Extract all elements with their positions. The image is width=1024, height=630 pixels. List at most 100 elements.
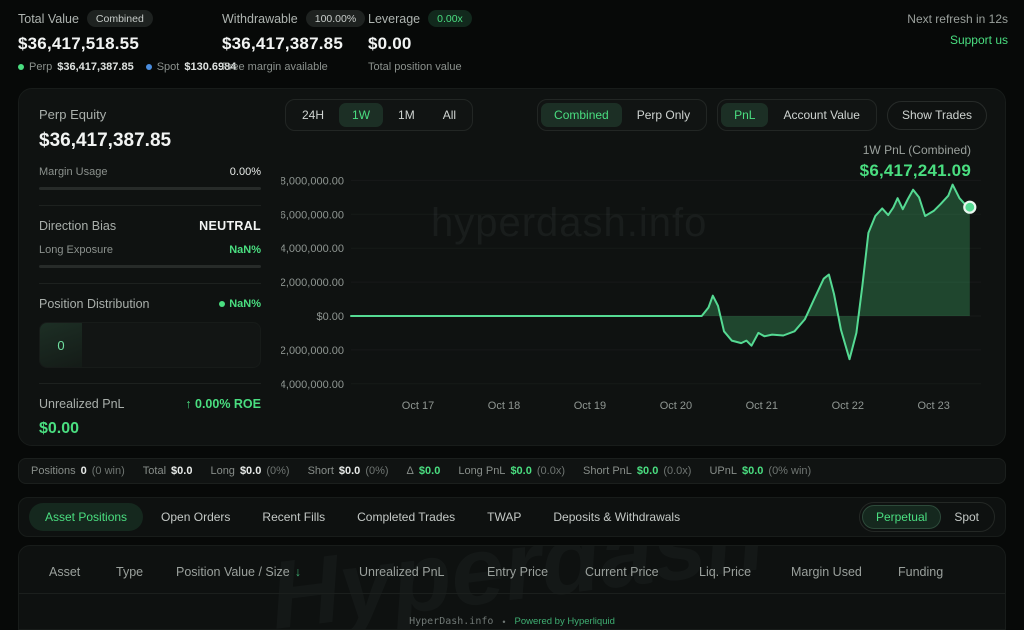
svg-text:Oct 17: Oct 17 (402, 400, 434, 412)
source-toggle-group: Combined Perp Only (537, 99, 707, 131)
svg-text:Oct 19: Oct 19 (574, 400, 606, 412)
svg-text:$2,000,000.00: $2,000,000.00 (281, 277, 344, 289)
svg-text:Oct 18: Oct 18 (488, 400, 520, 412)
col-margin-used: Margin Used (791, 565, 862, 579)
spot-dot-icon (146, 64, 152, 70)
long-exposure-label: Long Exposure (39, 244, 113, 256)
perp-label: Perp (29, 61, 52, 73)
spot-toggle[interactable]: Spot (941, 505, 992, 529)
header-right-info: Next refresh in 12s Support us (907, 12, 1008, 47)
position-distribution-value: NaN% (229, 298, 261, 310)
tab-completed-trades[interactable]: Completed Trades (343, 503, 469, 531)
divider (39, 205, 261, 206)
col-position-value[interactable]: Position Value / Size↓ (176, 565, 301, 579)
unrealized-pnl-value: $0.00 (39, 420, 261, 438)
summary-total: Total $0.0 (143, 465, 193, 477)
range-24h-tab[interactable]: 24H (289, 103, 337, 127)
sort-desc-icon: ↓ (295, 565, 301, 579)
summary-long: Long $0.0 (0%) (210, 465, 289, 477)
leverage-stat: Leverage 0.00x $0.00 Total position valu… (368, 10, 472, 73)
svg-text:Oct 23: Oct 23 (917, 400, 949, 412)
account-value-toggle[interactable]: Account Value (770, 103, 873, 127)
withdrawable-label: Withdrawable (222, 12, 298, 26)
leverage-caption: Total position value (368, 61, 462, 73)
range-1m-tab[interactable]: 1M (385, 103, 428, 127)
svg-text:$-2,000,000.00: $-2,000,000.00 (281, 345, 344, 357)
pnl-summary-title: 1W PnL (Combined) (860, 143, 971, 157)
summary-upnl: UPnL $0.0 (0% win) (709, 465, 811, 477)
col-funding: Funding (898, 565, 943, 579)
summary-positions: Positions 0 (0 win) (31, 465, 125, 477)
combined-toggle[interactable]: Combined (541, 103, 622, 127)
svg-text:Oct 22: Oct 22 (832, 400, 864, 412)
col-entry-price: Entry Price (487, 565, 548, 579)
perp-equity-label: Perp Equity (39, 107, 261, 122)
leverage-amount: $0.00 (368, 34, 472, 54)
perpetual-toggle[interactable]: Perpetual (862, 505, 941, 529)
tab-asset-positions[interactable]: Asset Positions (29, 503, 143, 531)
divider (39, 383, 261, 384)
footer-brand: HyperDash.info (409, 616, 493, 627)
equity-stats-panel: Perp Equity $36,417,387.85 Margin Usage … (39, 107, 261, 438)
perp-subtotal: Perp $36,417,387.85 (18, 61, 134, 73)
direction-bias-value: NEUTRAL (199, 219, 261, 233)
range-all-tab[interactable]: All (430, 103, 469, 127)
margin-usage-value: 0.00% (230, 166, 261, 178)
positions-summary-bar: Positions 0 (0 win) Total $0.0 Long $0.0… (18, 458, 1006, 484)
summary-delta: Δ $0.0 (407, 465, 441, 477)
withdrawable-amount: $36,417,387.85 (222, 34, 365, 54)
pnl-chart-svg[interactable]: $8,000,000.00 $6,000,000.00 $4,000,000.00 $… (281, 169, 993, 419)
portfolio-card: Perp Equity $36,417,387.85 Margin Usage … (18, 88, 1006, 446)
svg-text:$6,000,000.00: $6,000,000.00 (281, 209, 344, 221)
table-header-divider (19, 593, 1005, 594)
spot-label: Spot (157, 61, 180, 73)
divider (39, 283, 261, 284)
withdrawable-pct-badge: 100.00% (306, 10, 365, 27)
pnl-toggle[interactable]: PnL (721, 103, 768, 127)
time-range-group: 24H 1W 1M All (285, 99, 473, 131)
svg-text:$0.00: $0.00 (316, 311, 344, 323)
perp-only-toggle[interactable]: Perp Only (624, 103, 703, 127)
tab-deposits-withdrawals[interactable]: Deposits & Withdrawals (539, 503, 694, 531)
svg-text:Oct 21: Oct 21 (746, 400, 778, 412)
direction-bias-label: Direction Bias (39, 219, 116, 233)
leverage-badge: 0.00x (428, 10, 472, 27)
market-type-toggle: Perpetual Spot (859, 502, 995, 532)
tab-twap[interactable]: TWAP (473, 503, 535, 531)
refresh-countdown: Next refresh in 12s (907, 12, 1008, 26)
position-distribution-label: Position Distribution (39, 297, 149, 311)
withdrawable-stat: Withdrawable 100.00% $36,417,387.85 Free… (222, 10, 365, 73)
withdrawable-caption: Free margin available (222, 61, 328, 73)
svg-text:$4,000,000.00: $4,000,000.00 (281, 243, 344, 255)
tab-recent-fills[interactable]: Recent Fills (248, 503, 339, 531)
combined-badge: Combined (87, 10, 153, 27)
show-trades-button[interactable]: Show Trades (887, 101, 987, 130)
perp-equity-value: $36,417,387.85 (39, 130, 261, 152)
unrealized-pnl-label: Unrealized PnL (39, 397, 124, 411)
position-distribution-bar: 0 (39, 322, 261, 368)
footer-powered-link[interactable]: Powered by Hyperliquid (515, 616, 615, 627)
support-us-link[interactable]: Support us (907, 33, 1008, 47)
tab-open-orders[interactable]: Open Orders (147, 503, 244, 531)
total-value-stat: Total Value Combined $36,417,518.55 Perp… (18, 10, 236, 73)
summary-long-pnl: Long PnL $0.0 (0.0x) (458, 465, 565, 477)
margin-usage-label: Margin Usage (39, 166, 107, 178)
range-1w-tab[interactable]: 1W (339, 103, 383, 127)
col-current-price: Current Price (585, 565, 659, 579)
summary-short-pnl: Short PnL $0.0 (0.0x) (583, 465, 691, 477)
col-unrealized-pnl: Unrealized PnL (359, 565, 444, 579)
col-asset: Asset (49, 565, 80, 579)
footer-bullet: • (502, 617, 505, 627)
svg-text:$8,000,000.00: $8,000,000.00 (281, 175, 344, 187)
summary-short: Short $0.0 (0%) (308, 465, 389, 477)
chart-zone: 24H 1W 1M All Combined Perp Only PnL Acc… (281, 97, 991, 439)
total-value-amount: $36,417,518.55 (18, 34, 236, 54)
footer: HyperDash.info • Powered by Hyperliquid (0, 616, 1024, 627)
perp-dot-icon (18, 64, 24, 70)
col-liq-price: Liq. Price (699, 565, 751, 579)
perp-value: $36,417,387.85 (57, 61, 133, 73)
distribution-dot-icon (219, 301, 225, 307)
margin-usage-bar (39, 187, 261, 190)
svg-text:$-4,000,000.00: $-4,000,000.00 (281, 379, 344, 391)
svg-text:Oct 20: Oct 20 (660, 400, 692, 412)
